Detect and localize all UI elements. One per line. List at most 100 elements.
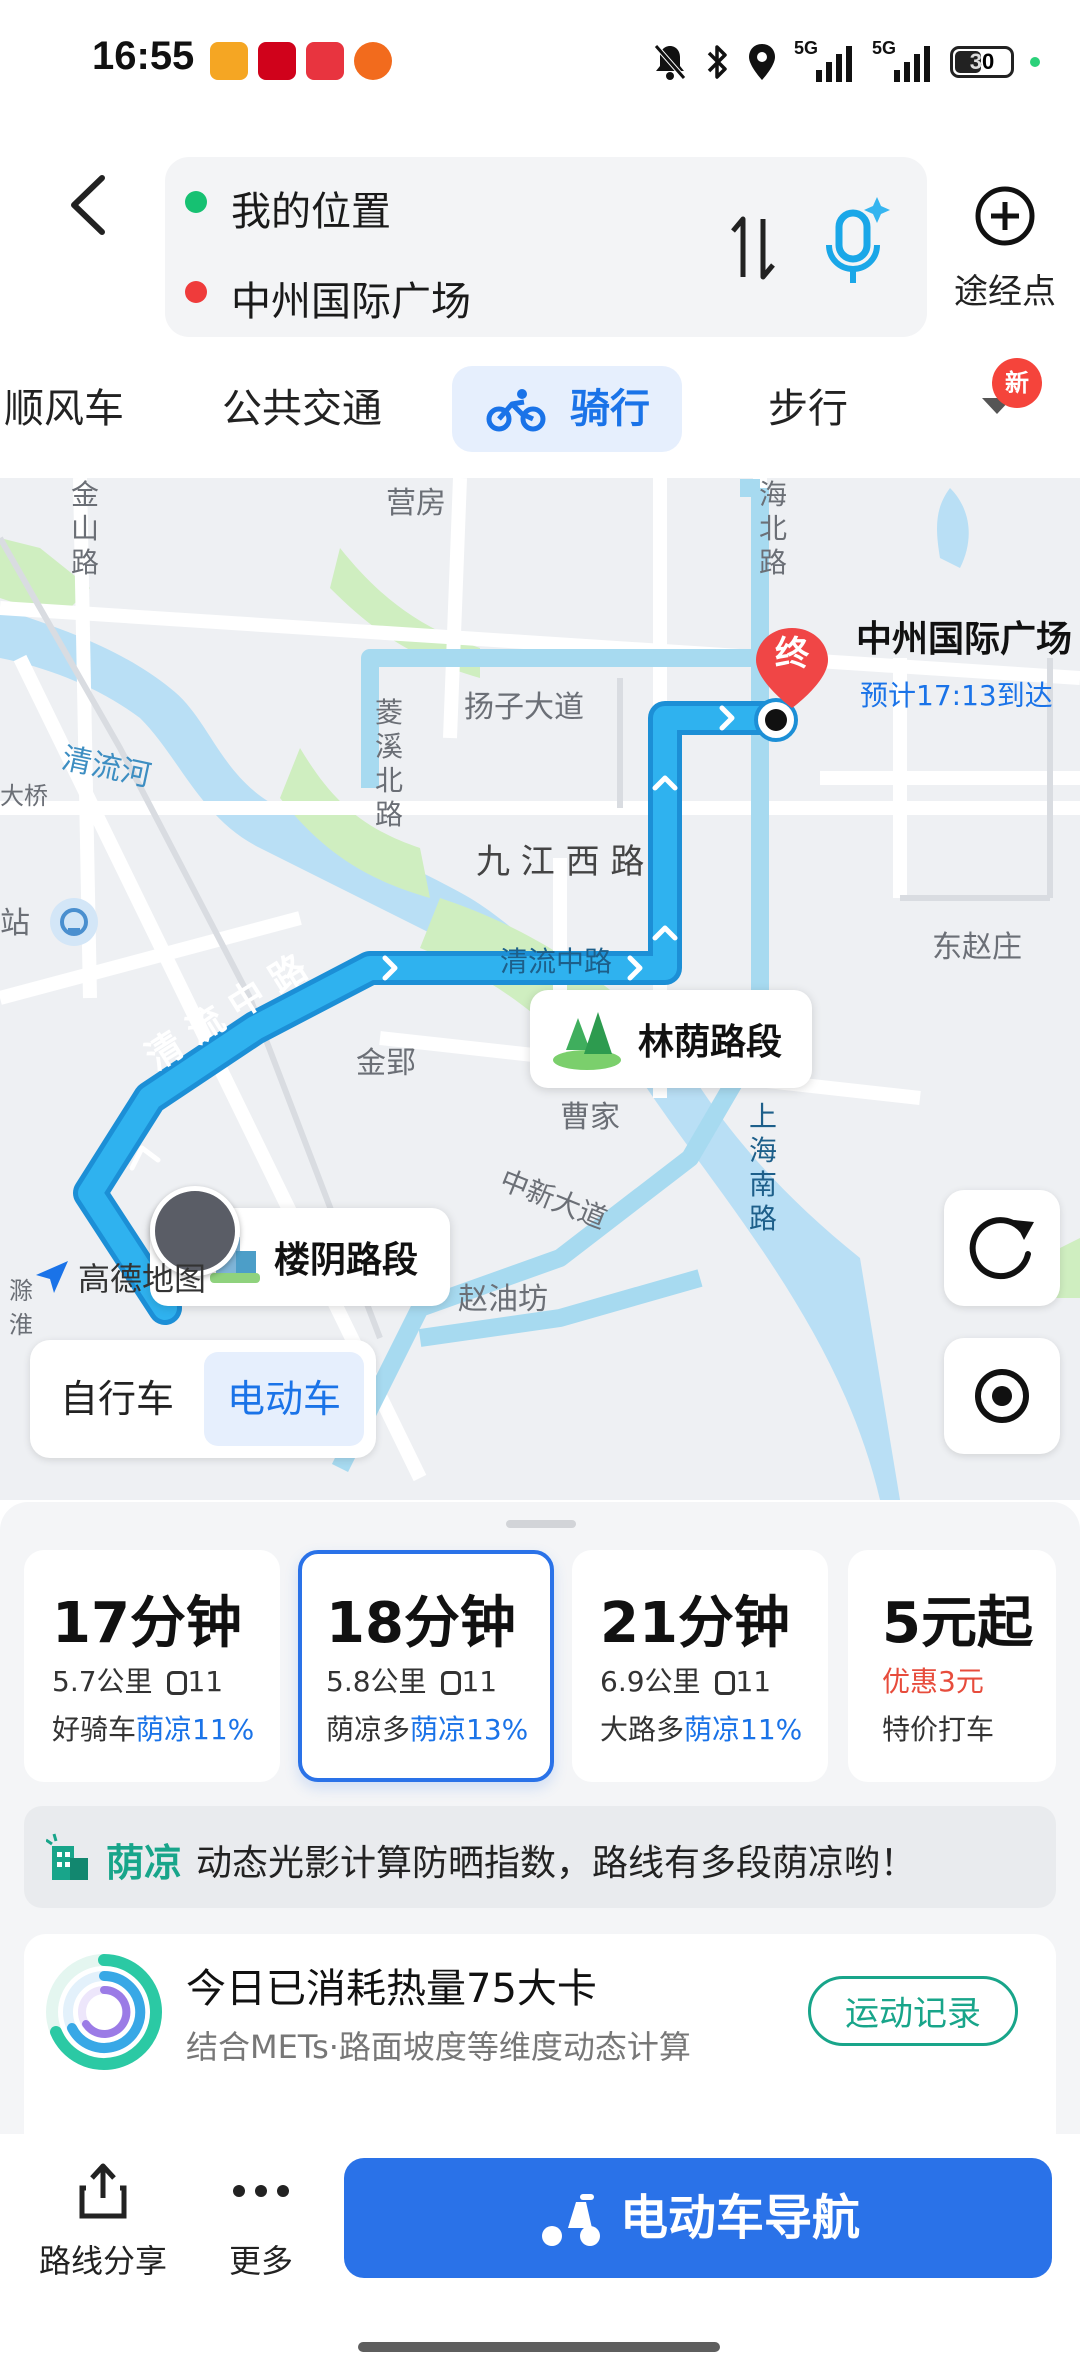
shade-banner-title: 荫凉 <box>106 1841 183 1885</box>
swap-icon[interactable] <box>723 211 783 285</box>
status-icons: 5G 5G 30 <box>652 38 1040 86</box>
tab-cycling[interactable]: 骑行 <box>452 366 682 452</box>
refresh-icon <box>969 1217 1034 1280</box>
status-time: 16:55 <box>92 34 195 78</box>
add-waypoint-button[interactable]: 途经点 <box>940 180 1070 320</box>
scooter-icon <box>542 2194 600 2246</box>
privacy-dot <box>1030 57 1040 67</box>
tab-cycling-label: 骑行 <box>570 386 650 432</box>
tab-hitch[interactable]: 顺风车 <box>0 366 132 452</box>
exercise-record-button[interactable]: 运动记录 <box>808 1976 1018 2046</box>
more-dots-icon <box>233 2185 289 2197</box>
map-label-yingfang: 营房 <box>386 486 446 521</box>
share-route-button[interactable]: 路线分享 <box>28 2156 178 2280</box>
map-label-zhaoyoufang: 赵油坊 <box>458 1282 548 1317</box>
home-indicator[interactable] <box>358 2342 720 2352</box>
bike-icon <box>486 389 546 432</box>
logo-text: 高德地图 <box>78 1260 207 1298</box>
station-icon <box>50 898 98 946</box>
map-label-dongzhaozhuang: 东赵庄 <box>932 930 1022 965</box>
route-input-box: 我的位置 中州国际广场 <box>165 157 927 337</box>
voice-ai-icon[interactable] <box>815 191 895 291</box>
destination-field[interactable]: 中州国际广场 <box>231 269 471 327</box>
map-label-yangzi: 扬子大道 <box>464 690 584 725</box>
status-bar: 16:55 5G 5G 30 <box>0 0 1080 120</box>
option-time: 21分钟 <box>600 1591 790 1656</box>
start-navigation-button[interactable]: 电动车导航 <box>344 2158 1052 2278</box>
option-lights: 11 <box>187 1665 224 1698</box>
tab-hitch-label: 顺风车 <box>4 386 124 432</box>
signal-1-icon: 5G <box>794 38 856 82</box>
mute-bell-icon <box>654 44 686 80</box>
option-distance: 6.9公里 11 <box>600 1665 772 1698</box>
map-view[interactable]: 营房 扬子大道 清流河 九 江 西 路 清流中路 清 流 中 路 金郢 曹家 中… <box>0 478 1080 1500</box>
vehicle-bicycle-option[interactable]: 自行车 <box>42 1352 192 1446</box>
route-option-card[interactable]: 21分钟 6.9公里 11 大路多荫凉11% <box>572 1550 828 1782</box>
taxi-price: 5元起 <box>882 1591 1033 1656</box>
map-label-daqiao: 大桥 <box>0 782 48 810</box>
taxi-option-card[interactable]: 5元起 优惠3元 特价打车 <box>848 1550 1056 1782</box>
amap-logo: 高德地图 <box>32 1254 206 1300</box>
option-lights: 11 <box>735 1665 772 1698</box>
map-label-caojia: 曹家 <box>560 1100 620 1135</box>
map-destination-name: 中州国际广场 <box>856 619 1073 660</box>
plus-circle-icon <box>975 186 1035 246</box>
app-xiaohongshu-icon <box>306 42 344 80</box>
shade-segment-card[interactable]: 林荫路段 <box>530 990 812 1088</box>
app-red-icon <box>258 42 296 80</box>
shade-building-icon <box>46 1833 88 1880</box>
more-button[interactable]: 更多 <box>196 2156 326 2280</box>
option-tag: 好骑车荫凉11% <box>52 1713 255 1746</box>
traffic-light-icon <box>167 1671 188 1695</box>
route-option-card-selected[interactable]: 18分钟 5.8公里 11 荫凉多荫凉13% <box>298 1550 554 1782</box>
map-label-qingliuzhong: 清流中路 <box>500 945 613 978</box>
new-badge: 新 <box>992 358 1042 408</box>
destination-dot <box>185 281 207 303</box>
traffic-light-icon <box>441 1671 462 1695</box>
tab-transit[interactable]: 公共交通 <box>222 366 382 452</box>
signal-2-icon: 5G <box>872 38 934 82</box>
start-navigation-label: 电动车导航 <box>620 2190 861 2246</box>
taxi-label: 特价打车 <box>882 1713 995 1746</box>
map-eta: 预计17:13到达 <box>860 679 1053 712</box>
app-orange-icon <box>354 42 392 80</box>
traffic-light-icon <box>715 1671 736 1695</box>
locate-button[interactable] <box>944 1338 1060 1454</box>
map-label-jinying: 金郢 <box>356 1046 416 1081</box>
map-label-zhan: 站 <box>0 906 30 941</box>
calorie-title: 今日已消耗热量75大卡 <box>186 1966 597 2012</box>
bluetooth-icon <box>707 45 727 79</box>
share-label: 路线分享 <box>38 2242 167 2280</box>
option-time: 18分钟 <box>326 1591 516 1656</box>
more-label: 更多 <box>228 2242 293 2280</box>
vehicle-toggle: 自行车 电动车 <box>30 1340 376 1458</box>
shade-segment-label: 林荫路段 <box>638 1022 783 1063</box>
calorie-subtitle: 结合METs·路面坡度等维度动态计算 <box>186 2028 691 2066</box>
shade-banner[interactable]: 荫凉 动态光影计算防晒指数，路线有多段荫凉哟！ <box>24 1806 1056 1908</box>
building-segment-label: 楼阴路段 <box>274 1240 419 1281</box>
back-button[interactable] <box>60 160 120 250</box>
route-option-card[interactable]: 17分钟 5.7公里 11 好骑车荫凉11% <box>24 1550 280 1782</box>
map-label-haibei: 海北路 <box>758 478 787 579</box>
option-distance: 5.8公里 11 <box>326 1665 498 1698</box>
map-label-jinshan: 金山路 <box>70 478 99 579</box>
locate-icon <box>975 1369 1029 1423</box>
option-tag: 大路多荫凉11% <box>600 1713 803 1746</box>
map-label-lingxi: 菱溪北路 <box>374 696 403 831</box>
sheet-handle[interactable] <box>506 1520 576 1528</box>
tree-icon <box>553 1012 621 1070</box>
calorie-ring-icon <box>46 1954 162 2070</box>
origin-field[interactable]: 我的位置 <box>231 179 391 237</box>
taxi-discount: 优惠3元 <box>882 1665 984 1698</box>
chevron-left-icon <box>71 175 105 235</box>
option-distance: 5.7公里 11 <box>52 1665 224 1698</box>
tab-walking[interactable]: 步行 <box>768 366 848 452</box>
battery-level: 30 <box>969 49 995 74</box>
end-marker: 终 <box>775 634 809 674</box>
vehicle-ebike-option[interactable]: 电动车 <box>204 1352 364 1446</box>
origin-dot <box>185 191 207 213</box>
battery-icon: 30 <box>950 46 1014 78</box>
refresh-button[interactable] <box>944 1190 1060 1306</box>
option-time: 17分钟 <box>52 1591 242 1656</box>
option-tag: 荫凉多荫凉13% <box>326 1713 529 1746</box>
